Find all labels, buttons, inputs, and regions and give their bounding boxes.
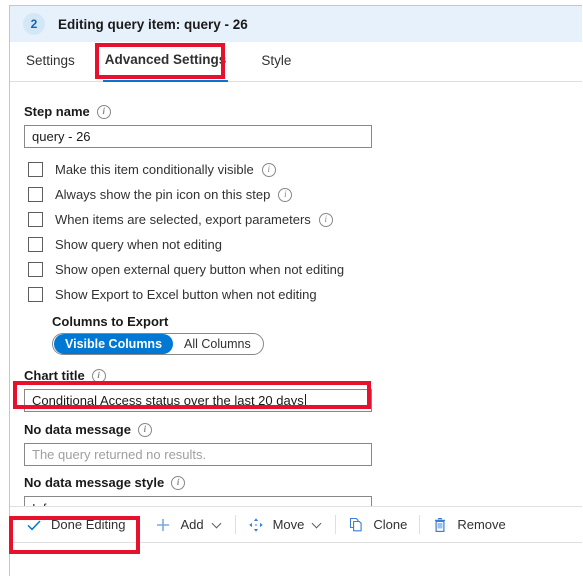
tab-advanced-settings[interactable]: Advanced Settings xyxy=(102,41,229,82)
info-icon[interactable] xyxy=(261,162,276,177)
add-button[interactable]: Add xyxy=(146,507,231,543)
columns-to-export-group: Columns to Export Visible Columns All Co… xyxy=(52,314,582,355)
move-label: Move xyxy=(272,517,305,532)
no-data-message-input[interactable]: The query returned no results. xyxy=(24,443,372,466)
checkbox-show-query[interactable] xyxy=(28,237,43,252)
plus-icon xyxy=(157,518,170,531)
info-icon[interactable] xyxy=(137,422,152,437)
chevron-down-icon[interactable] xyxy=(213,520,223,530)
no-data-message-label-row: No data message xyxy=(24,422,582,437)
info-icon[interactable] xyxy=(171,475,186,490)
move-button[interactable]: Move xyxy=(239,507,333,543)
checkbox-show-export-excel[interactable] xyxy=(28,287,43,302)
info-icon[interactable] xyxy=(278,187,293,202)
panel-header: 2 Editing query item: query - 26 xyxy=(10,6,582,42)
add-label: Add xyxy=(180,517,204,532)
info-icon[interactable] xyxy=(91,368,106,383)
clone-label: Clone xyxy=(373,517,408,532)
step-name-input[interactable]: query - 26 xyxy=(24,125,372,148)
checkbox-label: Make this item conditionally visible xyxy=(55,162,254,177)
done-editing-button[interactable]: Done Editing xyxy=(17,507,134,543)
checkmark-icon xyxy=(27,519,41,530)
step-number-badge: 2 xyxy=(23,13,45,35)
checkbox-row-show-query[interactable]: Show query when not editing xyxy=(28,232,582,257)
checkbox-list: Make this item conditionally visible Alw… xyxy=(24,157,582,307)
no-data-message-label: No data message xyxy=(24,422,131,437)
checkbox-row-export-parameters[interactable]: When items are selected, export paramete… xyxy=(28,207,582,232)
remove-label: Remove xyxy=(457,517,506,532)
toolbar-divider xyxy=(335,515,337,534)
checkbox-label: Show Export to Excel button when not edi… xyxy=(55,287,317,302)
checkbox-label: Show query when not editing xyxy=(55,237,222,252)
checkbox-row-show-export-excel[interactable]: Show Export to Excel button when not edi… xyxy=(28,282,582,307)
toolbar-divider xyxy=(234,515,236,534)
columns-to-export-label: Columns to Export xyxy=(52,314,169,329)
step-name-label-row: Step name xyxy=(24,104,582,119)
pill-all-columns[interactable]: All Columns xyxy=(173,334,262,354)
tab-bar: Settings Advanced Settings Style xyxy=(10,42,582,82)
toolbar-divider xyxy=(419,515,421,534)
step-name-value: query - 26 xyxy=(32,129,91,144)
checkbox-conditionally-visible[interactable] xyxy=(28,162,43,177)
step-name-label: Step name xyxy=(24,104,90,119)
item-toolbar: Done Editing Add Move Clone Remove xyxy=(10,506,582,543)
pill-visible-columns[interactable]: Visible Columns xyxy=(54,334,174,354)
move-icon xyxy=(248,517,263,532)
chart-title-label: Chart title xyxy=(24,368,85,383)
checkbox-show-open-external-query[interactable] xyxy=(28,262,43,277)
checkbox-always-show-pin[interactable] xyxy=(28,187,43,202)
advanced-settings-form: Step name query - 26 Make this item cond… xyxy=(10,82,582,520)
tab-style[interactable]: Style xyxy=(259,42,293,81)
no-data-message-placeholder: The query returned no results. xyxy=(32,447,207,462)
no-data-message-style-label-row: No data message style xyxy=(24,475,582,490)
info-icon[interactable] xyxy=(96,104,111,119)
chevron-down-icon[interactable] xyxy=(313,520,323,530)
columns-to-export-toggle[interactable]: Visible Columns All Columns xyxy=(52,333,264,355)
tab-settings[interactable]: Settings xyxy=(24,42,77,81)
app-frame: 2 Editing query item: query - 26 Setting… xyxy=(0,0,583,581)
trash-icon xyxy=(435,517,446,532)
remove-button[interactable]: Remove xyxy=(423,507,514,543)
chart-title-value: Conditional Access status over the last … xyxy=(32,393,304,408)
no-data-message-style-label: No data message style xyxy=(24,475,165,490)
page-title: Editing query item: query - 26 xyxy=(58,16,248,32)
chart-title-label-row: Chart title xyxy=(24,368,582,383)
edit-query-panel: 2 Editing query item: query - 26 Setting… xyxy=(9,5,582,576)
checkbox-label: When items are selected, export paramete… xyxy=(55,212,311,227)
checkbox-label: Show open external query button when not… xyxy=(55,262,345,277)
done-editing-label: Done Editing xyxy=(51,517,126,532)
checkbox-row-always-show-pin[interactable]: Always show the pin icon on this step xyxy=(28,182,582,207)
checkbox-row-conditionally-visible[interactable]: Make this item conditionally visible xyxy=(28,157,582,182)
clone-icon xyxy=(350,517,363,531)
text-caret xyxy=(304,393,306,408)
checkbox-label: Always show the pin icon on this step xyxy=(55,187,271,202)
clone-button[interactable]: Clone xyxy=(339,507,416,543)
chart-title-input[interactable]: Conditional Access status over the last … xyxy=(24,389,372,412)
info-icon[interactable] xyxy=(318,212,333,227)
checkbox-row-show-open-external-query[interactable]: Show open external query button when not… xyxy=(28,257,582,282)
checkbox-export-parameters[interactable] xyxy=(28,212,43,227)
